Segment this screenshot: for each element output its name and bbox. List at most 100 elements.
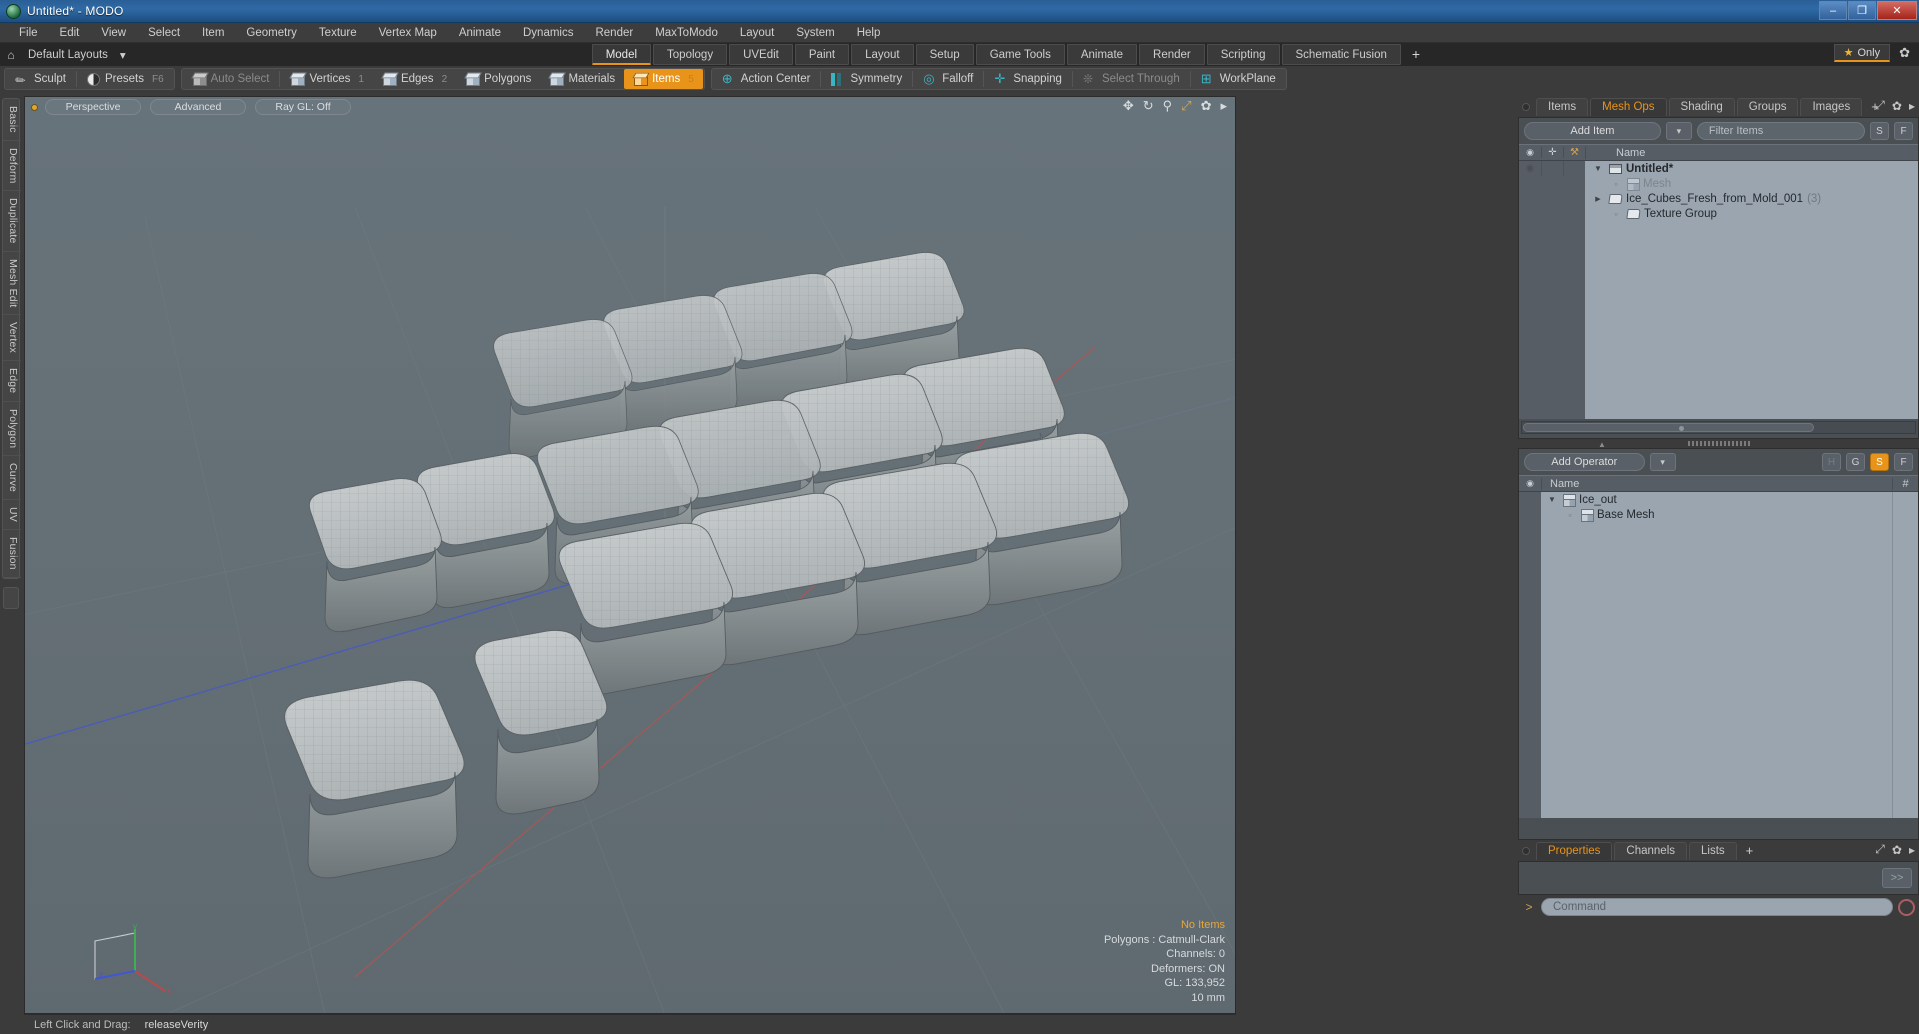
layout-tab-uvedit[interactable]: UVEdit — [729, 44, 793, 65]
items-button[interactable]: Items 5 — [624, 69, 703, 89]
layout-tab-topology[interactable]: Topology — [653, 44, 728, 65]
left-tab-edge[interactable]: Edge — [3, 361, 21, 402]
viewport-raygl-selector[interactable]: Ray GL: Off — [255, 99, 351, 115]
layout-tab-schematic-fusion[interactable]: Schematic Fusion — [1281, 44, 1401, 65]
left-tab-fusion[interactable]: Fusion — [3, 530, 21, 578]
panel-menu-dot-icon[interactable] — [1522, 846, 1530, 855]
gear-icon[interactable]: ✿ — [1892, 99, 1902, 113]
operator-g-button[interactable]: G — [1846, 453, 1865, 471]
menu-maxtomodo[interactable]: MaxToModo — [644, 23, 729, 43]
viewport-state-dot[interactable] — [31, 103, 38, 111]
menu-render[interactable]: Render — [584, 23, 644, 43]
popout-icon[interactable]: ⤢ — [1875, 98, 1885, 113]
tab-properties[interactable]: Properties — [1536, 841, 1613, 860]
tab-groups[interactable]: Groups — [1736, 97, 1799, 116]
chevron-down-icon[interactable]: ▾ — [114, 48, 132, 62]
tab-mesh-ops[interactable]: Mesh Ops — [1590, 97, 1667, 116]
menu-select[interactable]: Select — [137, 23, 191, 43]
minimize-button[interactable]: – — [1819, 1, 1847, 20]
row-deform-cell[interactable] — [1541, 161, 1563, 176]
operator-h-button[interactable]: H — [1822, 453, 1841, 471]
layout-tab-gametools[interactable]: Game Tools — [975, 44, 1065, 65]
filter-s-button[interactable]: S — [1870, 122, 1889, 140]
viewport-shading-selector[interactable]: Advanced — [150, 99, 246, 115]
collapse-up-icon[interactable]: ▲ — [1598, 440, 1606, 449]
record-icon[interactable] — [1898, 898, 1915, 916]
left-tab-duplicate[interactable]: Duplicate — [3, 191, 21, 252]
list-item[interactable]: ▼ Ice_out — [1519, 492, 1918, 507]
tab-shading[interactable]: Shading — [1668, 97, 1735, 116]
only-toggle-button[interactable]: ★ Only — [1833, 44, 1891, 62]
action-center-button[interactable]: ⊕ Action Center — [713, 69, 820, 89]
layout-tab-layout[interactable]: Layout — [851, 44, 914, 65]
symmetry-button[interactable]: Symmetry — [822, 69, 911, 89]
menu-view[interactable]: View — [90, 23, 137, 43]
panel-splitter[interactable]: ▲ — [1518, 439, 1919, 449]
popout-icon[interactable]: ⤢ — [1875, 842, 1885, 857]
left-tab-uv[interactable]: UV — [3, 500, 21, 531]
gear-icon[interactable]: ✿ — [1894, 45, 1915, 61]
menu-item[interactable]: Item — [191, 23, 235, 43]
menu-edit[interactable]: Edit — [49, 23, 91, 43]
left-tab-vertex[interactable]: Vertex — [3, 315, 21, 362]
menu-dynamics[interactable]: Dynamics — [512, 23, 584, 43]
table-row[interactable]: ◉ ▼ Untitled* — [1519, 161, 1918, 176]
move-icon[interactable]: ✥ — [1123, 99, 1134, 113]
rotate-icon[interactable]: ↻ — [1143, 99, 1154, 113]
twisty-icon[interactable]: ▶ — [1591, 195, 1605, 203]
falloff-button[interactable]: ◎ Falloff — [914, 69, 982, 89]
home-icon[interactable]: ⌂ — [0, 48, 22, 62]
zoom-icon[interactable]: ⚲ — [1163, 99, 1173, 113]
menu-system[interactable]: System — [785, 23, 845, 43]
add-operator-button[interactable]: Add Operator — [1524, 453, 1645, 471]
list-item[interactable]: ▫ Base Mesh — [1519, 507, 1918, 522]
menu-help[interactable]: Help — [846, 23, 892, 43]
select-through-button[interactable]: ❊ Select Through — [1074, 69, 1189, 89]
mesh-ops-horizontal-scrollbar[interactable] — [1521, 421, 1916, 434]
gear-icon[interactable]: ✿ — [1201, 99, 1212, 113]
vertices-button[interactable]: Vertices 1 — [281, 69, 372, 89]
menu-file[interactable]: File — [8, 23, 49, 43]
twisty-icon[interactable]: ▼ — [1545, 495, 1559, 504]
workplane-button[interactable]: ⊞ WorkPlane — [1192, 69, 1285, 89]
operator-f-button[interactable]: F — [1894, 453, 1913, 471]
operator-s-button[interactable]: S — [1870, 453, 1889, 471]
left-tab-basic[interactable]: Basic — [3, 99, 21, 141]
chevron-right-icon[interactable]: ▸ — [1909, 843, 1915, 857]
twisty-icon[interactable]: ▼ — [1591, 164, 1605, 173]
row-name-cell[interactable]: ▶ Ice_Cubes_Fresh_from_Mold_001 (3) — [1585, 191, 1918, 206]
add-layout-tab-button[interactable]: + — [1403, 44, 1429, 65]
add-item-button[interactable]: Add Item — [1524, 122, 1661, 140]
left-tab-mesh-edit[interactable]: Mesh Edit — [3, 252, 21, 316]
scrollbar-thumb[interactable] — [1523, 423, 1814, 432]
filter-f-button[interactable]: F — [1894, 122, 1913, 140]
layout-tab-scripting[interactable]: Scripting — [1206, 44, 1280, 65]
sculpt-button[interactable]: ✎ Sculpt — [6, 69, 75, 89]
row-name-cell[interactable]: ▫ Texture Group — [1585, 206, 1918, 221]
viewport-projection-selector[interactable]: Perspective — [45, 99, 141, 115]
left-tab-curve[interactable]: Curve — [3, 456, 21, 501]
default-layouts-label[interactable]: Default Layouts — [22, 49, 114, 61]
row-name-cell[interactable]: ▫ Base Mesh — [1541, 507, 1918, 522]
close-button[interactable]: ✕ — [1877, 1, 1917, 20]
row-name-cell[interactable]: ▼ Ice_out — [1541, 492, 1918, 507]
layout-tab-animate[interactable]: Animate — [1066, 44, 1138, 65]
gear-icon[interactable]: ✿ — [1892, 843, 1902, 857]
row-name-cell[interactable]: ▫ Mesh — [1585, 176, 1918, 191]
tab-channels[interactable]: Channels — [1614, 841, 1688, 860]
add-properties-tab-button[interactable]: + — [1739, 841, 1761, 860]
edges-button[interactable]: Edges 2 — [373, 69, 456, 89]
tab-images[interactable]: Images — [1800, 97, 1863, 116]
panel-menu-dot-icon[interactable] — [1522, 102, 1530, 111]
command-input[interactable]: Command — [1541, 898, 1893, 916]
chevron-right-icon[interactable]: ▸ — [1909, 99, 1915, 113]
row-axis-cell[interactable] — [1563, 161, 1585, 176]
polygons-button[interactable]: Polygons — [456, 69, 540, 89]
row-visibility-toggle[interactable]: ◉ — [1519, 161, 1541, 176]
snapping-button[interactable]: ✛ Snapping — [985, 69, 1071, 89]
row-name-cell[interactable]: ▼ Untitled* — [1585, 161, 1918, 176]
layout-tab-model[interactable]: Model — [591, 44, 652, 65]
maximize-button[interactable]: ❐ — [1848, 1, 1876, 20]
layout-tab-render[interactable]: Render — [1139, 44, 1205, 65]
chevron-right-icon[interactable]: ▸ — [1220, 99, 1227, 113]
